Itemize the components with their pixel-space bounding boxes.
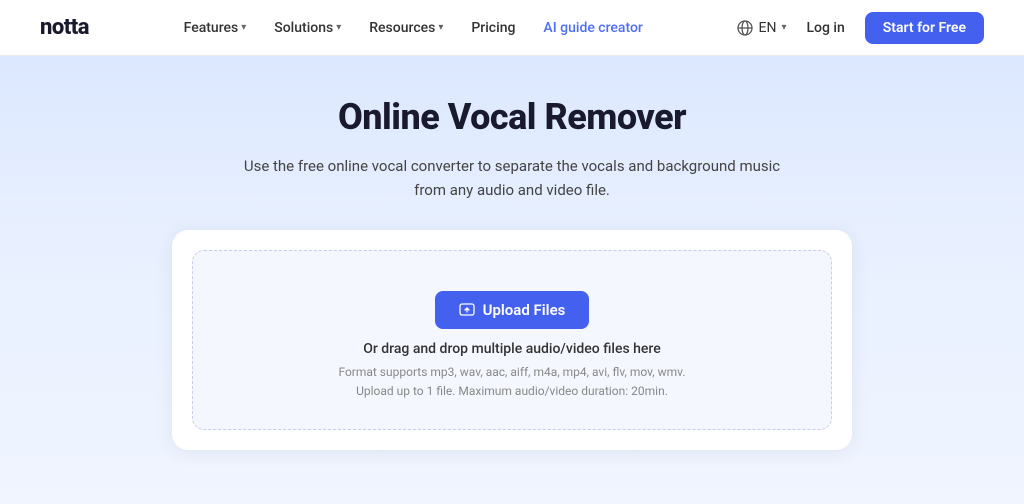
page-title: Online Vocal Remover (338, 96, 686, 138)
format-info: Format supports mp3, wav, aac, aiff, m4a… (338, 363, 685, 401)
language-selector[interactable]: EN ▾ (737, 20, 786, 36)
upload-dropzone[interactable]: Upload Files Or drag and drop multiple a… (192, 250, 832, 430)
nav-ai-guide[interactable]: AI guide creator (543, 20, 642, 36)
chevron-down-icon: ▾ (241, 22, 246, 33)
main-content: Online Vocal Remover Use the free online… (0, 56, 1024, 504)
start-free-button[interactable]: Start for Free (865, 12, 984, 44)
nav-links: Features ▾ Solutions ▾ Resources ▾ Prici… (184, 20, 643, 36)
nav-right: EN ▾ Log in Start for Free (737, 12, 984, 44)
logo[interactable]: notta (40, 15, 89, 40)
upload-icon (459, 302, 475, 318)
nav-resources[interactable]: Resources ▾ (369, 20, 443, 36)
nav-features[interactable]: Features ▾ (184, 20, 247, 36)
chevron-down-icon: ▾ (336, 22, 341, 33)
hero-subtitle: Use the free online vocal converter to s… (232, 154, 792, 202)
globe-icon (737, 20, 753, 36)
drag-drop-text: Or drag and drop multiple audio/video fi… (363, 341, 661, 357)
chevron-down-icon: ▾ (781, 22, 786, 33)
nav-solutions[interactable]: Solutions ▾ (274, 20, 341, 36)
upload-card: Upload Files Or drag and drop multiple a… (172, 230, 852, 450)
chevron-down-icon: ▾ (438, 22, 443, 33)
login-button[interactable]: Log in (806, 20, 844, 36)
nav-pricing[interactable]: Pricing (471, 20, 515, 36)
upload-files-button[interactable]: Upload Files (435, 291, 590, 329)
navbar: notta Features ▾ Solutions ▾ Resources ▾… (0, 0, 1024, 56)
